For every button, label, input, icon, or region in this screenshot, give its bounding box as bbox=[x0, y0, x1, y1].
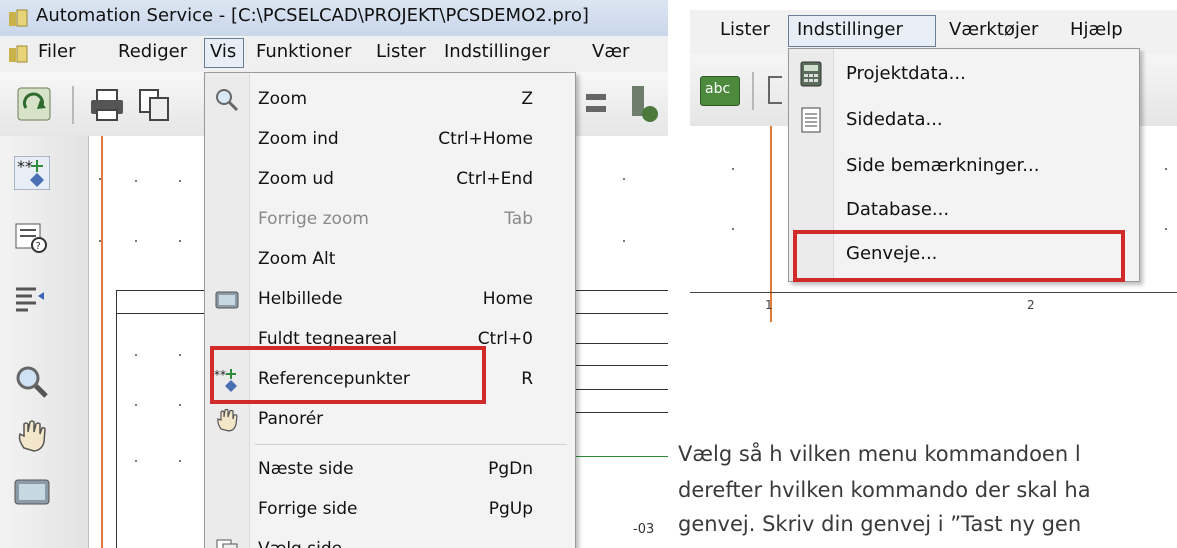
svg-text:**: ** bbox=[17, 157, 33, 176]
window-title: Automation Service - [C:\PCSELCAD\PROJEK… bbox=[36, 5, 589, 26]
menu-separator bbox=[255, 444, 567, 445]
menu-vis[interactable]: Vis bbox=[210, 41, 236, 62]
menu-vaerktojer[interactable]: Vær bbox=[592, 41, 629, 62]
ruler-mark-2: 2 bbox=[1027, 298, 1035, 312]
menu-rediger[interactable]: Rediger bbox=[118, 41, 187, 62]
toolbar-partial-icon[interactable] bbox=[768, 76, 782, 104]
app-icon bbox=[8, 9, 28, 27]
ruler-mark-1: 1 bbox=[765, 298, 773, 312]
left-screenshot: Automation Service - [C:\PCSELCAD\PROJEK… bbox=[0, 0, 668, 548]
menu-item-projektdata[interactable]: Projektdata... bbox=[789, 53, 1139, 95]
menu-lister[interactable]: Lister bbox=[376, 41, 426, 62]
menu-item-naeste-side[interactable]: Næste side PgDn bbox=[205, 450, 575, 490]
component-icon[interactable] bbox=[584, 86, 622, 124]
print-icon[interactable] bbox=[88, 86, 126, 124]
schematic-line bbox=[569, 389, 668, 390]
page-icon bbox=[214, 537, 240, 548]
menu-item-zoom[interactable]: Zoom Z bbox=[205, 80, 575, 120]
text-tool-label: abc bbox=[705, 81, 731, 97]
terminal-icon[interactable] bbox=[626, 84, 664, 124]
menu-lister[interactable]: Lister bbox=[720, 19, 770, 40]
orange-guide-line bbox=[101, 136, 103, 548]
menu-app-icon bbox=[8, 45, 28, 63]
toolbar-divider bbox=[72, 86, 74, 124]
vis-dropdown-menu: Zoom Z Zoom ind Ctrl+Home Zoom ud Ctrl+E… bbox=[204, 72, 576, 548]
menu-item-zoom-alt[interactable]: Zoom Alt bbox=[205, 240, 575, 280]
coordinate-text: -03 bbox=[633, 522, 655, 537]
menu-bar: Filer Rediger Vis Funktioner Lister Inds… bbox=[0, 36, 668, 73]
menu-item-zoom-ind[interactable]: Zoom ind Ctrl+Home bbox=[205, 120, 575, 160]
menu-item-side-bemaerkninger[interactable]: Side bemærkninger... bbox=[789, 145, 1139, 187]
hand-icon bbox=[214, 407, 240, 433]
menu-vis-active[interactable]: Vis bbox=[204, 38, 244, 68]
instruction-line-2: derefter hvilken kommando der skal ha bbox=[678, 478, 1091, 502]
schematic-line bbox=[569, 365, 668, 366]
copy-icon[interactable] bbox=[136, 86, 174, 124]
info-tool-icon[interactable]: ? bbox=[14, 220, 50, 254]
menu-item-forrige-side[interactable]: Forrige side PgUp bbox=[205, 490, 575, 530]
menu-funktioner[interactable]: Funktioner bbox=[256, 41, 352, 62]
reference-point-tool-icon[interactable]: ** bbox=[13, 155, 51, 191]
instruction-line-3: genvej. Skriv din genvej i ”Tast ny gen bbox=[678, 512, 1082, 536]
calculator-icon bbox=[799, 61, 823, 87]
menu-indstillinger[interactable]: Indstillinger bbox=[797, 19, 903, 40]
menu-filer[interactable]: Filer bbox=[38, 41, 76, 62]
highlight-box-referencepunkter bbox=[210, 346, 486, 404]
document-icon bbox=[799, 107, 823, 133]
refresh-icon[interactable] bbox=[16, 86, 52, 122]
menu-item-zoom-ud[interactable]: Zoom ud Ctrl+End bbox=[205, 160, 575, 200]
highlight-box-genveje bbox=[793, 230, 1125, 282]
svg-text:?: ? bbox=[36, 241, 41, 252]
hand-tool-icon[interactable] bbox=[14, 418, 50, 452]
menu-vaerktojer[interactable]: Værktøjer bbox=[949, 19, 1038, 40]
zoom-tool-icon[interactable] bbox=[14, 364, 50, 398]
menu-item-helbillede[interactable]: Helbillede Home bbox=[205, 280, 575, 320]
green-wire bbox=[569, 456, 668, 457]
list-tool-icon[interactable] bbox=[14, 282, 50, 316]
menu-hjaelp[interactable]: Hjælp bbox=[1070, 19, 1123, 40]
menu-item-panorer[interactable]: Panorér bbox=[205, 400, 575, 440]
menu-indstillinger-active[interactable]: Indstillinger bbox=[788, 15, 936, 47]
title-bar: Automation Service - [C:\PCSELCAD\PROJEK… bbox=[0, 0, 668, 36]
magnifier-icon bbox=[214, 87, 240, 113]
toolbar-divider bbox=[752, 72, 754, 110]
menu-item-database[interactable]: Database... bbox=[789, 189, 1139, 231]
monitor-tool-icon[interactable] bbox=[14, 476, 50, 510]
schematic-line bbox=[569, 343, 668, 344]
menu-item-vaelg-side[interactable]: Vælg side... bbox=[205, 530, 575, 548]
schematic-line bbox=[569, 412, 668, 413]
menu-item-sidedata[interactable]: Sidedata... bbox=[789, 99, 1139, 141]
text-tool-icon[interactable]: abc bbox=[700, 76, 740, 106]
menu-indstillinger[interactable]: Indstillinger bbox=[444, 41, 550, 62]
ruler-line bbox=[690, 292, 1177, 293]
monitor-icon bbox=[214, 287, 240, 313]
menu-item-forrige-zoom: Forrige zoom Tab bbox=[258, 209, 533, 229]
left-toolbox: ** ? bbox=[0, 136, 89, 548]
instruction-line-1: Vælg så h vilken menu kommandoen l bbox=[678, 442, 1081, 466]
